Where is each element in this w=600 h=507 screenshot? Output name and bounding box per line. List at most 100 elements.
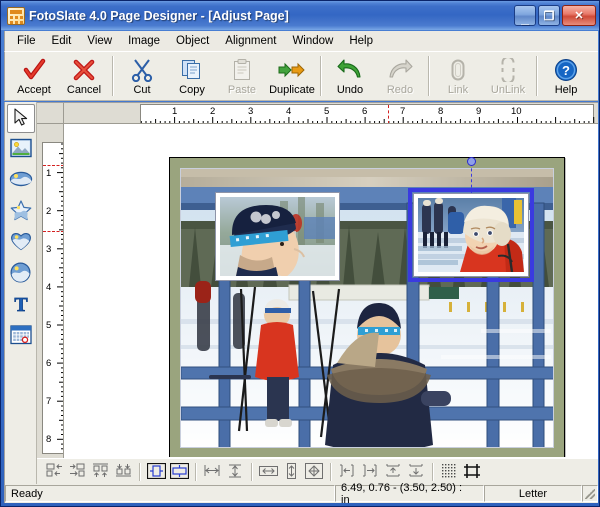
space-down-button[interactable] — [224, 462, 246, 483]
boy-in-blue-knit-hat-photo — [220, 197, 335, 276]
window-title: FotoSlate 4.0 Page Designer - [Adjust Pa… — [29, 8, 289, 23]
toolbar-separator — [112, 56, 114, 96]
same-width-icon — [258, 464, 278, 481]
accept-button[interactable]: Accept — [9, 54, 59, 99]
same-height-icon — [285, 462, 298, 482]
rotation-handle[interactable] — [466, 157, 476, 166]
cut-button[interactable]: Cut — [117, 54, 167, 99]
tool-select-arrow[interactable] — [6, 104, 35, 133]
vertical-ruler[interactable]: 1 2 3 4 5 6 7 8 — [37, 124, 64, 458]
align-left-icon — [46, 463, 63, 481]
restore-button[interactable]: ❐ — [538, 5, 560, 26]
menu-item-object[interactable]: Object — [168, 33, 217, 49]
menu-item-help[interactable]: Help — [341, 33, 381, 49]
title-bar: FotoSlate 4.0 Page Designer - [Adjust Pa… — [1, 1, 599, 30]
align-bottom-button[interactable] — [112, 462, 134, 483]
menu-item-edit[interactable]: Edit — [44, 33, 80, 49]
distribute-bottom-button[interactable] — [405, 462, 427, 483]
same-height-button[interactable] — [280, 462, 302, 483]
text-t-icon: T — [11, 293, 31, 317]
link-button[interactable]: Link — [433, 54, 483, 99]
same-width-button[interactable] — [257, 462, 279, 483]
center-horizontally-button[interactable] — [145, 462, 167, 483]
align-top-icon — [92, 463, 109, 481]
calendar-icon — [9, 324, 32, 348]
child-in-red-jacket-white-hat-photo — [418, 198, 524, 272]
page-canvas-area[interactable] — [65, 125, 598, 457]
page-bounds-icon — [463, 463, 481, 482]
resize-grip[interactable] — [582, 485, 598, 502]
scissors-icon — [131, 57, 153, 83]
alignment-toolbar — [37, 458, 598, 485]
align-bottom-icon — [115, 463, 132, 481]
space-across-icon — [203, 463, 221, 481]
copy-label: Copy — [179, 84, 205, 96]
tool-ellipse-cell[interactable] — [7, 166, 35, 195]
unlink-label: UnLink — [490, 84, 526, 96]
tool-calendar[interactable] — [7, 321, 35, 350]
tool-text[interactable]: T — [7, 290, 35, 319]
distribute-left-button[interactable] — [336, 462, 358, 483]
unlink-button[interactable]: UnLink — [483, 54, 533, 99]
distribute-left-icon — [339, 463, 356, 481]
picture-icon — [9, 138, 32, 161]
menu-item-view[interactable]: View — [79, 33, 120, 49]
help-label: Help — [554, 84, 578, 96]
toolbar-separator — [536, 56, 538, 96]
cancel-label: Cancel — [66, 84, 102, 96]
center-h-icon — [146, 462, 166, 482]
copy-button[interactable]: Copy — [167, 54, 217, 99]
align-top-button[interactable] — [89, 462, 111, 483]
photo-cell-left[interactable] — [215, 192, 340, 281]
two-arrows-icon — [277, 57, 307, 83]
align-left-button[interactable] — [43, 462, 65, 483]
space-across-button[interactable] — [201, 462, 223, 483]
vertical-guide-marker-bottom — [43, 231, 63, 232]
cut-label: Cut — [133, 84, 151, 96]
copy-pages-icon — [181, 57, 203, 83]
redo-button[interactable]: Redo — [375, 54, 425, 99]
menu-item-alignment[interactable]: Alignment — [217, 33, 284, 49]
menu-item-file[interactable]: File — [9, 33, 44, 49]
document-client-area: 1 2 3 4 5 6 7 8 9 10 1 2 3 4 5 6 7 8 — [37, 102, 598, 485]
duplicate-label: Duplicate — [269, 84, 315, 96]
undo-arrow-icon — [337, 57, 363, 83]
toolbar-separator — [320, 56, 322, 96]
horizontal-ruler[interactable]: 1 2 3 4 5 6 7 8 9 10 — [64, 103, 598, 124]
distribute-top-icon — [385, 463, 401, 482]
duplicate-button[interactable]: Duplicate — [267, 54, 317, 99]
snap-to-grid-button[interactable] — [438, 462, 460, 483]
distribute-top-button[interactable] — [382, 462, 404, 483]
tool-circle-cell[interactable] — [7, 259, 35, 288]
minimize-button[interactable]: _ — [514, 5, 536, 26]
svg-text:?: ? — [562, 63, 570, 78]
tool-heart-cell[interactable] — [7, 228, 35, 257]
align-separator — [139, 463, 141, 481]
design-page[interactable] — [169, 157, 565, 457]
fotoslate-icon — [7, 6, 25, 25]
distribute-right-button[interactable] — [359, 462, 381, 483]
undo-label: Undo — [336, 84, 364, 96]
tool-image-cell[interactable] — [7, 135, 35, 164]
center-vertically-button[interactable] — [168, 462, 190, 483]
page-bounds-button[interactable] — [461, 462, 483, 483]
distribute-bottom-icon — [408, 463, 424, 482]
same-size-button[interactable] — [303, 462, 325, 483]
align-right-button[interactable] — [66, 462, 88, 483]
cancel-button[interactable]: Cancel — [59, 54, 109, 99]
tool-star-cell[interactable] — [7, 197, 35, 226]
photo-cell-right[interactable] — [408, 157, 534, 282]
status-paper-size: Letter — [484, 485, 582, 502]
menu-item-window[interactable]: Window — [284, 33, 341, 49]
close-button[interactable]: ✕ — [562, 5, 596, 26]
help-button[interactable]: ? Help — [541, 54, 591, 99]
accept-label: Accept — [17, 84, 51, 96]
undo-button[interactable]: Undo — [325, 54, 375, 99]
menu-item-image[interactable]: Image — [120, 33, 168, 49]
paste-button[interactable]: Paste — [217, 54, 267, 99]
question-mark-icon: ? — [554, 57, 578, 83]
align-separator — [195, 463, 197, 481]
ruler-corner — [37, 103, 64, 124]
rotation-stem — [471, 163, 472, 193]
cross-icon — [72, 57, 96, 83]
